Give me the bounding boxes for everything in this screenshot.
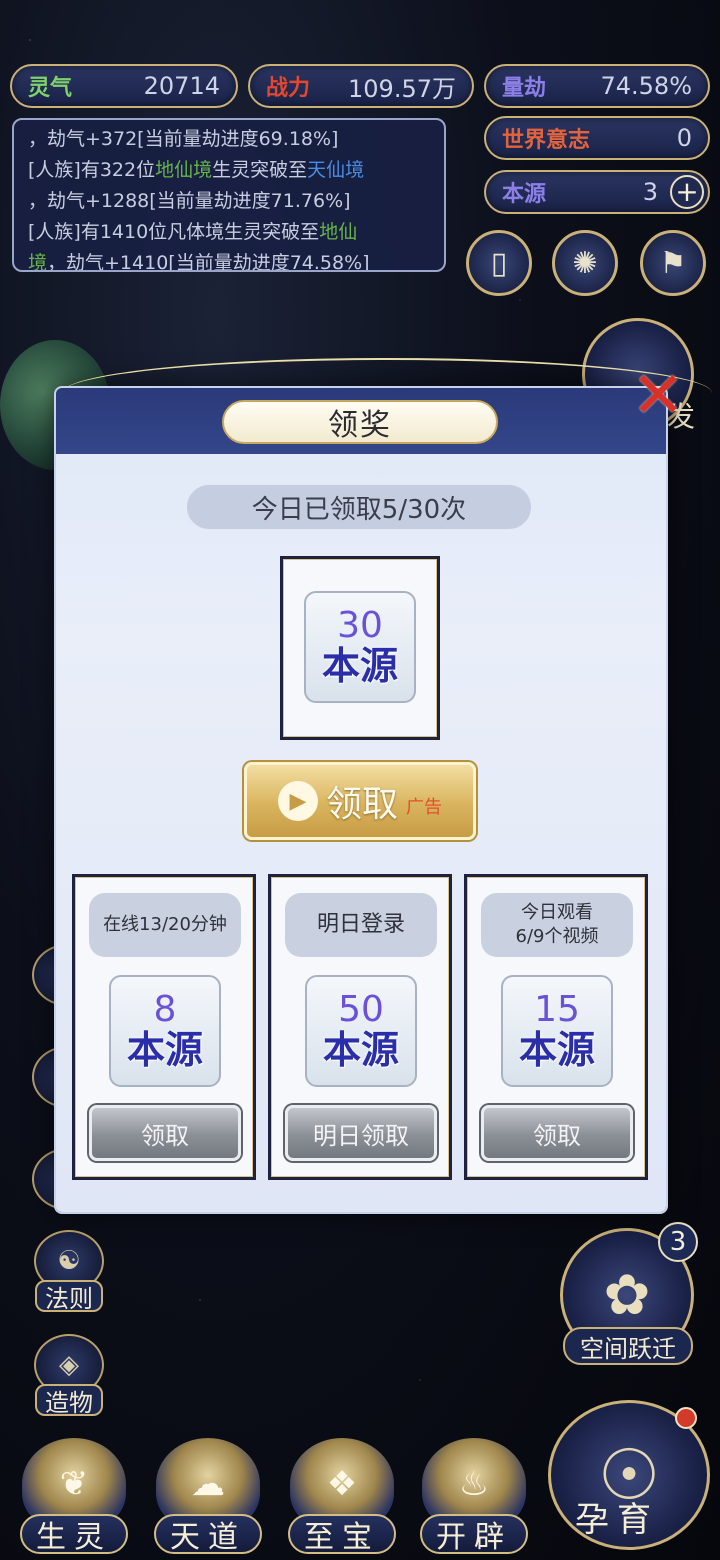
liangjie-stat: 量劫 74.58% [484, 64, 710, 108]
zao-wu-label: 造物 [35, 1384, 103, 1417]
wheel-icon[interactable]: ✺ [552, 230, 618, 296]
nav-zhi-bao-label: 至宝 [288, 1514, 396, 1555]
fa-ze-label: 法则 [35, 1280, 103, 1313]
yun-yu-button[interactable]: ☉ 孕育 [548, 1400, 710, 1550]
task-card-online: 在线13/20分钟 8 本源 领取 [72, 874, 256, 1180]
reward-unit: 本源 [322, 1027, 399, 1072]
yun-yu-label: 孕育 [575, 1500, 659, 1540]
nav-zhi-bao[interactable]: ❖ 至宝 [280, 1426, 404, 1555]
world-will-label: 世界意志 [502, 127, 591, 153]
reward-dialog: 领奖 今日已领取5/30次 30 本源 ▶ 领取 广告 在线13/20分钟 8 … [56, 358, 712, 1212]
flag-icon[interactable]: ⚑ [640, 230, 706, 296]
close-icon[interactable]: ✕ [626, 364, 690, 428]
reward-tile: 30 本源 [304, 591, 416, 703]
lingqi-label: 灵气 [28, 75, 73, 101]
zao-wu-button[interactable]: ◈ 造物 [26, 1330, 112, 1417]
zhanli-stat: 战力 109.57万 [248, 64, 474, 108]
task-header: 今日观看 6/9个视频 [481, 893, 633, 957]
reward-unit: 本源 [321, 643, 398, 688]
lingqi-stat: 灵气 20714 [10, 64, 238, 108]
zhanli-value: 109.57万 [348, 74, 456, 103]
ad-claim-button[interactable]: ▶ 领取 广告 [244, 762, 476, 840]
world-will-value: 0 [676, 124, 692, 152]
log-line: ，劫气+1288[当前量劫进度71.76%] [28, 190, 351, 212]
log-line: ，劫气+372[当前量劫进度69.18%] [28, 128, 339, 150]
log-line: [人族]有1410位凡体境生灵突破至地仙 [28, 221, 358, 243]
reward-tile: 50 本源 [305, 975, 417, 1087]
video-play-icon: ▶ [277, 781, 318, 821]
space-jump-label: 空间跃迁 [563, 1327, 693, 1365]
reward-amount: 8 [153, 989, 177, 1030]
add-benyuan-button[interactable]: + [670, 175, 704, 209]
ad-tag: 广告 [406, 797, 442, 818]
daily-claim-count: 今日已领取5/30次 [186, 484, 532, 530]
task-header: 明日登录 [285, 893, 437, 957]
world-will-stat: 世界意志 0 [484, 116, 710, 160]
ad-claim-label: 领取 [325, 784, 398, 825]
claim-button[interactable]: 领取 [89, 1105, 241, 1161]
reward-unit: 本源 [126, 1027, 203, 1072]
reward-amount: 50 [338, 989, 384, 1030]
task-header: 在线13/20分钟 [89, 893, 241, 957]
benyuan-label: 本源 [502, 181, 547, 207]
log-line: 境，劫气+1410[当前量劫进度74.58%] [28, 252, 370, 272]
nav-sheng-ling[interactable]: ❦ 生灵 [12, 1426, 136, 1555]
log-line: [人族]有322位地仙境生灵突破至天仙境 [28, 159, 365, 181]
reward-unit: 本源 [518, 1027, 595, 1072]
liangjie-label: 量劫 [502, 75, 547, 101]
card-icon[interactable]: ▯ [466, 230, 532, 296]
benyuan-value: 3 [642, 178, 658, 206]
reward-amount: 30 [337, 605, 383, 646]
nav-sheng-ling-label: 生灵 [20, 1514, 128, 1555]
reward-tile: 15 本源 [501, 975, 613, 1087]
event-log: ，劫气+372[当前量劫进度69.18%] [人族]有322位地仙境生灵突破至天… [12, 118, 446, 272]
fa-ze-button[interactable]: ☯ 法则 [26, 1226, 112, 1313]
space-jump-badge: 3 [658, 1222, 698, 1262]
swirl-icon: ✿ [603, 1262, 651, 1328]
nav-tian-dao-label: 天道 [154, 1514, 262, 1555]
notification-dot [675, 1407, 697, 1429]
benyuan-stat: 本源 3 + [484, 170, 710, 214]
main-reward-card: 30 本源 [280, 556, 440, 740]
nav-kai-pi-label: 开辟 [420, 1514, 528, 1555]
reward-tile: 8 本源 [109, 975, 221, 1087]
claim-button[interactable]: 领取 [481, 1105, 633, 1161]
dialog-title: 领奖 [222, 400, 498, 444]
nav-kai-pi[interactable]: ♨ 开辟 [412, 1426, 536, 1555]
task-card-login: 明日登录 50 本源 明日领取 [268, 874, 452, 1180]
liangjie-value: 74.58% [600, 72, 692, 100]
claim-tomorrow-button[interactable]: 明日领取 [285, 1105, 437, 1161]
lingqi-value: 20714 [143, 72, 220, 100]
reward-amount: 15 [534, 989, 580, 1030]
task-card-videos: 今日观看 6/9个视频 15 本源 领取 [464, 874, 648, 1180]
zhanli-label: 战力 [266, 75, 311, 101]
nav-tian-dao[interactable]: ☁ 天道 [146, 1426, 270, 1555]
